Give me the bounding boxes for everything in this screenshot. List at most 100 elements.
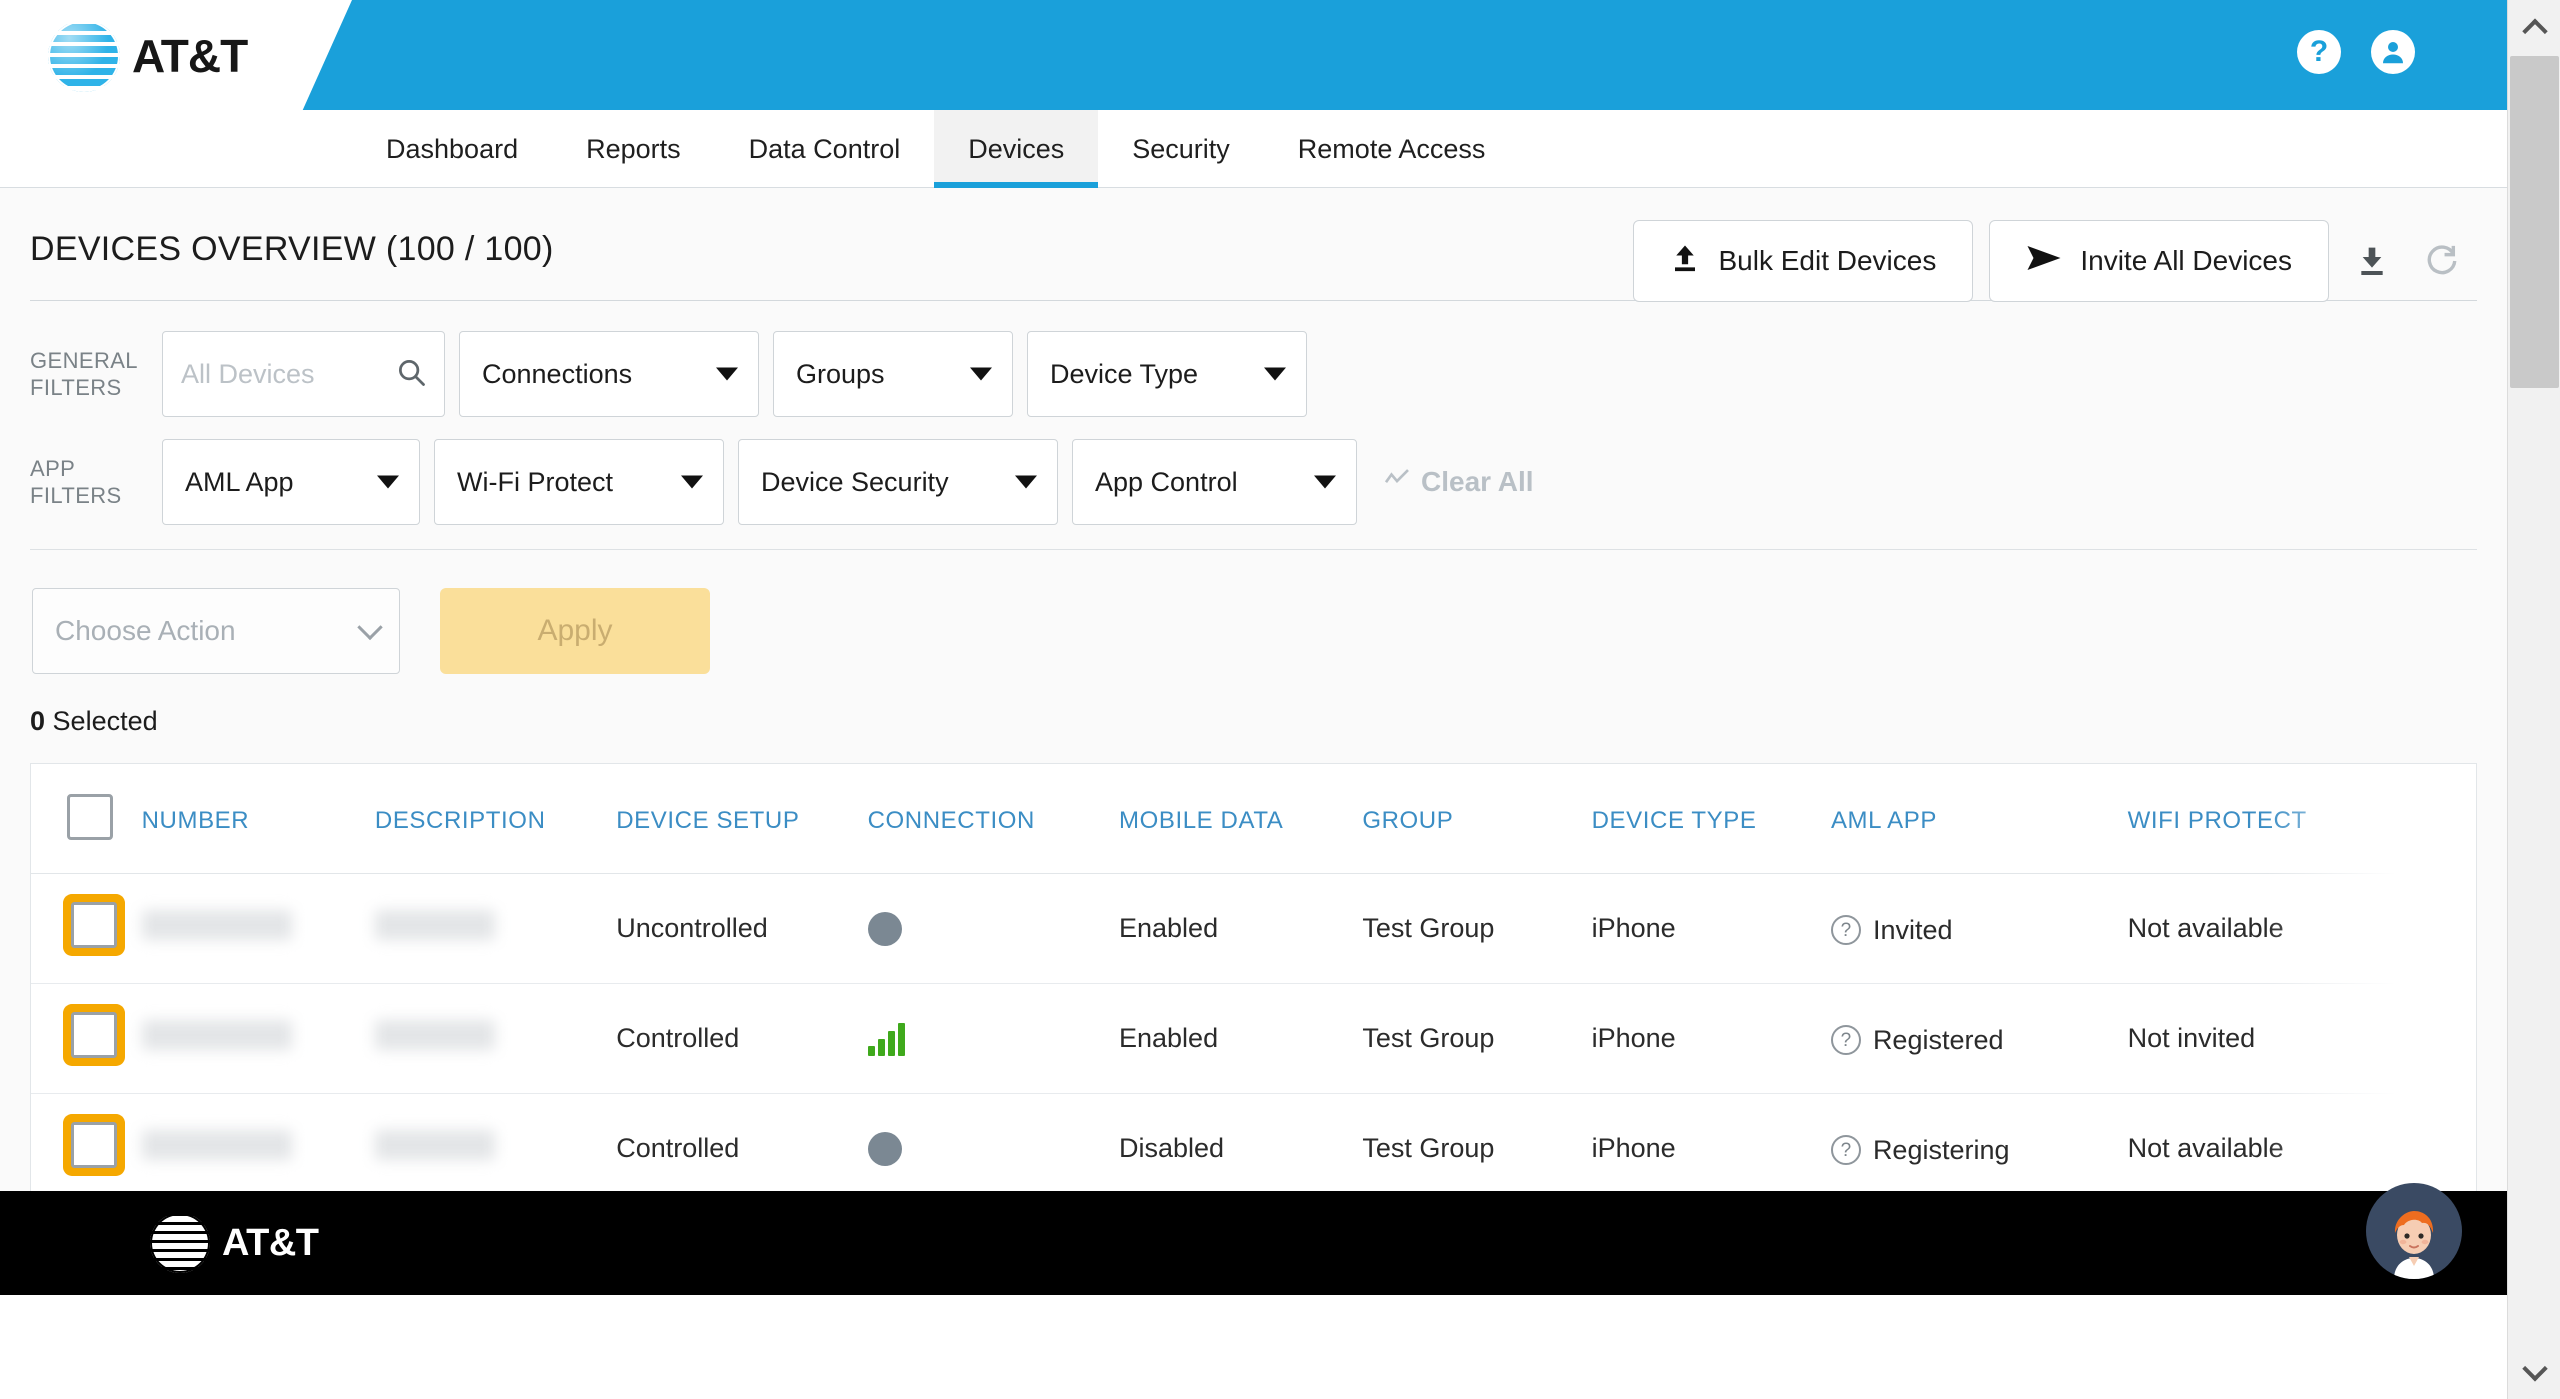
row-select-cell [31, 1093, 142, 1204]
select-all-checkbox[interactable] [67, 794, 113, 840]
invite-all-devices-button[interactable]: Invite All Devices [1989, 220, 2329, 302]
no-signal-icon [867, 1131, 902, 1166]
cell-group: Test Group [1362, 873, 1592, 984]
device-search-box[interactable] [162, 331, 445, 417]
cell-aml-app: ? Registered [1830, 983, 2128, 1094]
app-filters-label-line1: APP [30, 455, 76, 481]
bulk-action-row: Choose Action Apply [0, 550, 2507, 674]
chevron-down-icon [716, 367, 738, 381]
chevron-up-icon [2521, 18, 2548, 44]
cell-group: Test Group [1362, 983, 1592, 1094]
aml-status-label: Registering [1872, 1134, 2010, 1165]
scroll-down-button[interactable] [2508, 1346, 2560, 1399]
redacted-number [141, 1020, 292, 1050]
col-aml-app[interactable]: AML APP [1830, 764, 2128, 874]
selected-count-row: 0 Selected [0, 674, 2507, 737]
info-question-icon[interactable]: ? [1830, 1025, 1861, 1055]
connections-filter-select[interactable]: Connections [459, 331, 759, 417]
app-control-filter-select[interactable]: App Control [1072, 439, 1357, 525]
app-root: AT&T ? Dashboard Reports Data Control De… [0, 0, 2560, 1399]
device-security-filter-select[interactable]: Device Security [738, 439, 1058, 525]
wifi-protect-filter-label: Wi-Fi Protect [457, 466, 614, 497]
nav-tab-data-control[interactable]: Data Control [715, 110, 935, 188]
chevron-down-icon [377, 475, 399, 489]
cell-device-type: iPhone [1591, 873, 1831, 984]
chevron-down-icon [2521, 1355, 2548, 1381]
info-question-icon[interactable]: ? [1830, 915, 1861, 945]
clear-filter-icon [1383, 466, 1411, 498]
search-icon [396, 357, 426, 392]
groups-filter-select[interactable]: Groups [773, 331, 1013, 417]
cell-wifi-protect: Not invited [2127, 983, 2430, 1094]
col-device-setup[interactable]: DEVICE SETUP [616, 764, 868, 874]
cell-wifi-protect: Not available [2127, 873, 2430, 984]
cell-device-type: iPhone [1591, 1093, 1831, 1204]
redacted-number [141, 1130, 292, 1160]
table-row[interactable]: Controlled Enabled Test Group iPhone ? R… [31, 983, 2476, 1094]
redacted-description [374, 1020, 495, 1050]
nav-tab-devices[interactable]: Devices [934, 110, 1099, 201]
row-checkbox[interactable] [63, 1004, 125, 1066]
vertical-scrollbar[interactable] [2507, 0, 2560, 1399]
choose-action-select[interactable]: Choose Action [32, 588, 400, 674]
cell-device-security: Not [2429, 873, 2476, 984]
att-logo[interactable]: AT&T [48, 20, 248, 92]
scrollbar-thumb[interactable] [2510, 56, 2559, 388]
chat-agent-avatar-button[interactable] [2366, 1183, 2462, 1279]
col-device-type[interactable]: DEVICE TYPE [1591, 764, 1831, 874]
wifi-protect-filter-select[interactable]: Wi-Fi Protect [434, 439, 724, 525]
row-checkbox[interactable] [63, 1114, 125, 1176]
app-filters-row: APP FILTERS AML App Wi-Fi Protect Device… [30, 439, 2477, 525]
devices-table-container[interactable]: NUMBER DESCRIPTION DEVICE SETUP CONNECTI… [30, 763, 2477, 1243]
apply-button[interactable]: Apply [440, 588, 710, 674]
refresh-icon[interactable] [2415, 234, 2469, 288]
chevron-down-icon [970, 367, 992, 381]
cell-connection [867, 983, 1119, 1094]
general-filters-label-line2: FILTERS [30, 375, 122, 400]
aml-status-label: Registered [1872, 1024, 2004, 1055]
cell-device-setup: Controlled [616, 983, 868, 1094]
row-select-cell [31, 983, 142, 1094]
help-circle-icon[interactable]: ? [2297, 30, 2341, 74]
cell-number [141, 983, 375, 1094]
general-filters-label: GENERAL FILTERS [30, 347, 162, 402]
info-question-icon[interactable]: ? [1830, 1135, 1861, 1165]
device-type-filter-select[interactable]: Device Type [1027, 331, 1307, 417]
chevron-down-icon [357, 614, 383, 641]
general-filters-label-line1: GENERAL [30, 347, 138, 373]
clear-all-filters-button[interactable]: Clear All [1383, 466, 1534, 498]
bulk-edit-devices-button[interactable]: Bulk Edit Devices [1633, 220, 1974, 302]
account-circle-icon[interactable] [2371, 30, 2415, 74]
search-input[interactable] [181, 358, 426, 390]
nav-tab-reports[interactable]: Reports [552, 110, 715, 188]
table-row[interactable]: Controlled Disabled Test Group iPhone ? … [31, 1093, 2476, 1204]
col-description[interactable]: DESCRIPTION [374, 764, 617, 874]
download-icon[interactable] [2345, 234, 2399, 288]
nav-tab-security[interactable]: Security [1098, 110, 1264, 188]
col-group[interactable]: GROUP [1362, 764, 1592, 874]
chevron-down-icon [681, 475, 703, 489]
cell-number [141, 873, 375, 984]
col-number[interactable]: NUMBER [141, 764, 375, 874]
scroll-up-button[interactable] [2508, 0, 2560, 53]
row-checkbox[interactable] [63, 894, 125, 956]
nav-tab-dashboard[interactable]: Dashboard [352, 110, 552, 188]
nav-tab-remote-access[interactable]: Remote Access [1264, 110, 1520, 188]
devices-table: NUMBER DESCRIPTION DEVICE SETUP CONNECTI… [31, 764, 2476, 1243]
invite-all-devices-label: Invite All Devices [2080, 245, 2292, 276]
aml-app-filter-select[interactable]: AML App [162, 439, 420, 525]
redacted-number [141, 910, 292, 940]
selected-count: 0 [30, 706, 46, 736]
col-mobile-data[interactable]: MOBILE DATA [1119, 764, 1363, 874]
cell-mobile-data: Enabled [1119, 873, 1363, 984]
att-wordmark: AT&T [132, 30, 248, 82]
cell-mobile-data: Enabled [1119, 983, 1363, 1094]
page-title-row: DEVICES OVERVIEW (100 / 100) Bulk Edit D… [0, 188, 2507, 302]
app-filters-label: APP FILTERS [30, 455, 162, 510]
table-row[interactable]: Uncontrolled Enabled Test Group iPhone ?… [31, 873, 2476, 984]
col-device-security[interactable]: DEVICE S [2429, 764, 2476, 874]
col-wifi-protect[interactable]: WIFI PROTECT [2127, 764, 2430, 874]
chevron-down-icon [1314, 475, 1336, 489]
nav-items: Dashboard Reports Data Control Devices S… [0, 110, 2507, 201]
col-connection[interactable]: CONNECTION [867, 764, 1119, 874]
